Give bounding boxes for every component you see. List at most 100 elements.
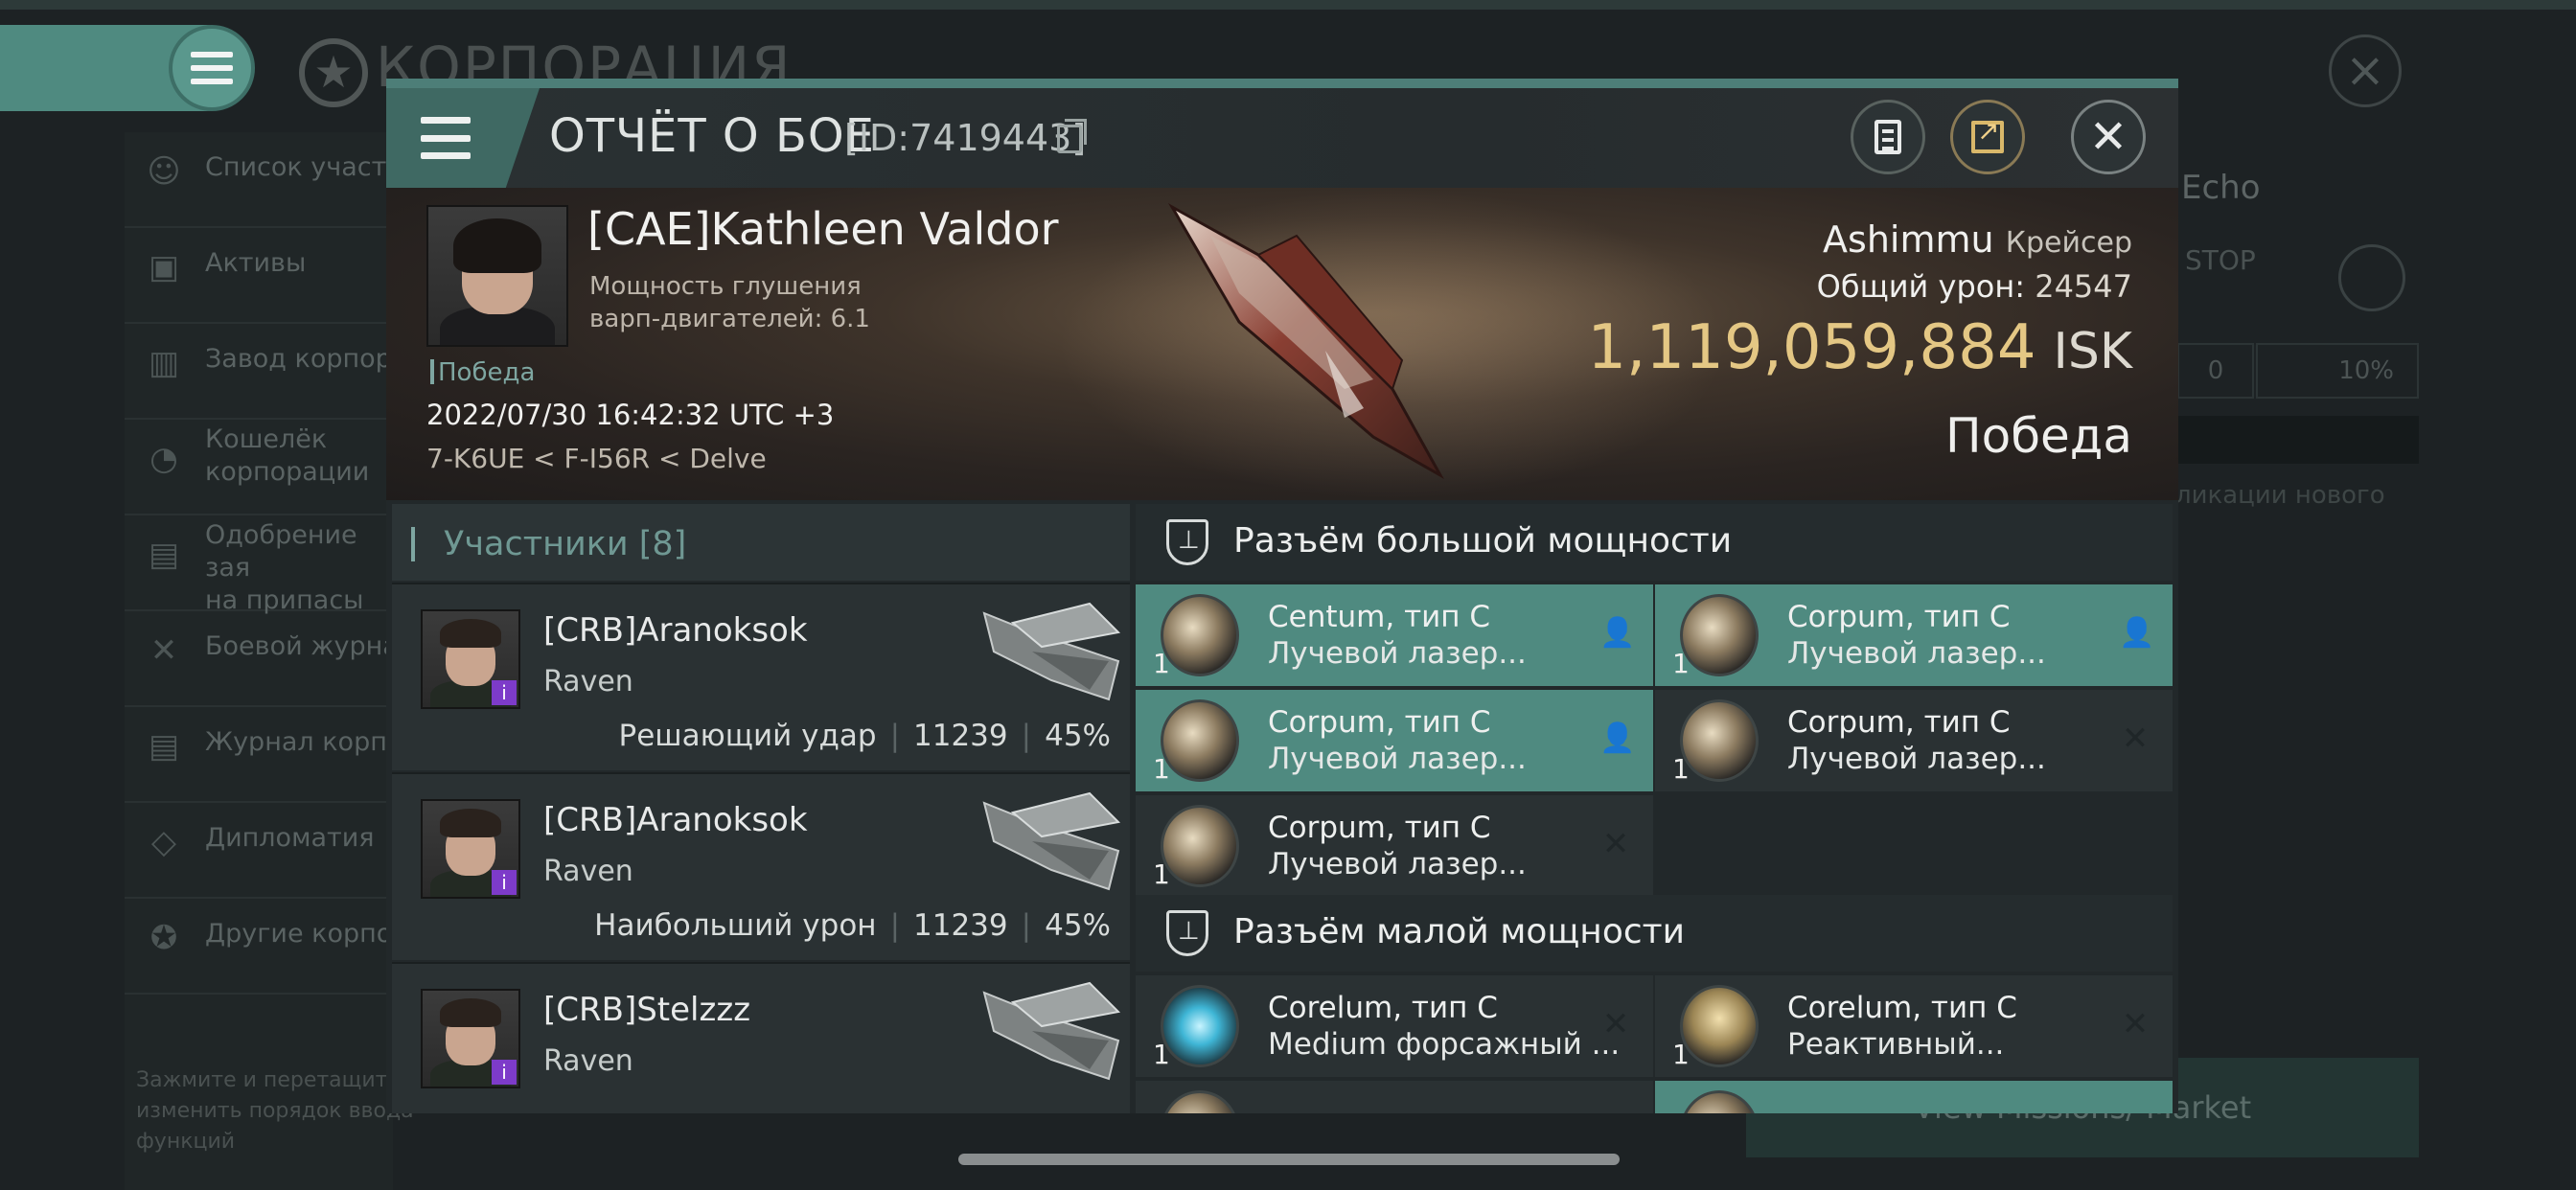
corporation-star-icon: ★: [299, 38, 368, 107]
module-quantity: 1: [1153, 648, 1170, 679]
module-name: Corpum, тип C: [1268, 705, 1491, 740]
module-name: Corpum, тип C: [1787, 600, 2011, 634]
sidebar-item-wallet[interactable]: ◔ Кошелёк корпорации: [125, 420, 402, 515]
combat-report-modal: ОТЧЁТ О БОЕ [ID:7419443] ✕ [CAE]Kathleen…: [386, 79, 2178, 1113]
copy-icon[interactable]: [1057, 119, 1087, 153]
close-icon: ✕: [2088, 110, 2128, 164]
share-button[interactable]: [1950, 100, 2025, 174]
module-description: Лучевой лазер...: [1787, 742, 2046, 776]
high-slot-header: Разъём большой мощности: [1136, 504, 2173, 581]
participant-avatar: i: [421, 989, 520, 1088]
members-icon: ☺: [147, 152, 181, 191]
destroyed-icon: ✕: [2121, 1005, 2150, 1043]
module-name: Corpum, тип C: [1787, 705, 2011, 740]
fitting-module-partial[interactable]: [1655, 1081, 2173, 1113]
low-slot-header: Разъём малой мощности: [1136, 895, 2173, 972]
fitting-module[interactable]: 1 Corpum, тип C Лучевой лазер... 👤: [1655, 584, 2173, 686]
sidebar-item-factory[interactable]: ▥ Завод корпора: [125, 324, 407, 420]
beam-laser-icon: [1680, 699, 1759, 782]
total-damage-label: Общий урон:: [1816, 268, 2026, 305]
module-description: Лучевой лазер...: [1268, 742, 1527, 776]
fitting-module[interactable]: 1 Corpum, тип C Лучевой лазер... ✕: [1655, 690, 2173, 791]
sidebar-item-assets[interactable]: ▣ Активы: [125, 228, 402, 324]
module-quantity: 1: [1672, 753, 1690, 785]
main-menu-button[interactable]: [169, 25, 255, 111]
participant-stats: Наибольший урон | 11239 | 45%: [594, 908, 1111, 943]
info-badge-icon: i: [492, 870, 517, 895]
info-badge-icon: i: [492, 680, 517, 705]
participant-name: [CRB]Aranoksok: [543, 611, 808, 650]
module-name: Centum, тип C: [1268, 600, 1491, 634]
participant-card[interactable]: i [CRB]Aranoksok Raven Наибольший урон | 1…: [392, 772, 1130, 960]
background-close-icon[interactable]: ×: [2329, 34, 2402, 107]
participant-percent: 45%: [1045, 719, 1111, 753]
hamburger-icon: [191, 52, 233, 84]
module-description: Лучевой лазер...: [1787, 636, 2046, 671]
victim-name[interactable]: [CAE]Kathleen Valdor: [587, 203, 1059, 255]
participants-accent: [411, 527, 415, 561]
beam-laser-icon: [1161, 805, 1239, 887]
report-log-button[interactable]: [1851, 100, 1925, 174]
fitting-module[interactable]: 1 Corpum, тип C Лучевой лазер... ✕: [1136, 795, 1653, 897]
module-icon: [1161, 1090, 1239, 1113]
high-slot-icon: [1166, 519, 1208, 565]
participants-header: Участники [8]: [392, 504, 1130, 581]
low-slot-title: Разъём малой мощности: [1233, 912, 1686, 951]
diplomacy-icon: ◇: [150, 823, 177, 861]
participant-card[interactable]: i [CRB]Aranoksok Raven Решающий удар | 112…: [392, 583, 1130, 770]
fitting-module[interactable]: 1 Corpum, тип C Лучевой лазер... 👤: [1136, 690, 1653, 791]
low-slot-icon: [1166, 910, 1208, 956]
other-corps-icon: ✪: [150, 919, 178, 957]
participant-percent: 45%: [1045, 908, 1111, 943]
module-icon: [1680, 1090, 1759, 1113]
battle-result: Победа: [1945, 408, 2132, 464]
module-description: Реактивный...: [1787, 1027, 2005, 1062]
sidebar-item-members[interactable]: ☺ Список участн: [125, 132, 404, 228]
module-name: Corelum, тип C: [1268, 991, 1498, 1025]
afterburner-icon: [1161, 985, 1239, 1067]
fitting-module[interactable]: 1 Corelum, тип C Medium форсажный ... ✕: [1136, 975, 1653, 1077]
victim-ship-image[interactable]: [1153, 197, 1498, 485]
module-name: Corelum, тип C: [1787, 991, 2017, 1025]
isk-amount: 1,119,059,884: [1587, 312, 2036, 383]
modal-accent-bar: [386, 79, 2178, 88]
background-external-icon[interactable]: [2338, 244, 2405, 311]
victim-ship-name[interactable]: Ashimmu Крейсер: [1823, 218, 2132, 261]
participants-title: Участники [8]: [444, 525, 687, 563]
hamburger-icon[interactable]: [421, 117, 471, 159]
fitting-module[interactable]: 1 Centum, тип C Лучевой лазер... 👤: [1136, 584, 1653, 686]
beam-laser-icon: [1161, 699, 1239, 782]
module-description: Лучевой лазер...: [1268, 847, 1527, 881]
sidebar-item-combat-log[interactable]: ✕ Боевой журнал: [125, 611, 415, 707]
assets-icon: ▣: [148, 248, 180, 286]
fitting-module[interactable]: 1 Corelum, тип C Реактивный... ✕: [1655, 975, 2173, 1077]
sidebar-item-journal[interactable]: ▤ Журнал корпор: [125, 707, 420, 803]
destroyed-icon: ✕: [1601, 825, 1630, 863]
participant-name: [CRB]Aranoksok: [543, 801, 808, 839]
sidebar-item-supply[interactable]: ▤ Одобрение зая на припасы: [125, 515, 402, 615]
isk-value: 1,119,059,884 ISK: [1587, 312, 2132, 383]
participant-role: Наибольший урон: [594, 908, 877, 943]
modal-title: ОТЧЁТ О БОЕ: [549, 109, 875, 163]
user-icon: 👤: [1599, 616, 1636, 650]
sidebar-item-other-corps[interactable]: ✪ Другие корпор: [125, 899, 408, 995]
close-button[interactable]: ✕: [2071, 100, 2146, 174]
sidebar-item-diplomacy[interactable]: ◇ Дипломатия: [125, 803, 402, 899]
user-icon: 👤: [1599, 721, 1636, 755]
participant-ship: Raven: [543, 855, 633, 888]
fitting-module-partial[interactable]: [1136, 1081, 1653, 1113]
clipboard-icon: [1874, 120, 1901, 154]
factory-icon: ▥: [148, 344, 180, 382]
victory-tag: Победа: [430, 358, 535, 387]
participant-stats: Решающий удар | 11239 | 45%: [618, 719, 1111, 753]
kill-location[interactable]: 7-K6UE < F-I56R < Delve: [426, 443, 767, 474]
wallet-icon: ◔: [150, 440, 178, 478]
module-name: Corpum, тип C: [1268, 811, 1491, 845]
sidebar-item-label: Кошелёк корпорации: [205, 424, 370, 487]
high-slot-title: Разъём большой мощности: [1233, 521, 1733, 561]
home-indicator[interactable]: [958, 1154, 1620, 1165]
participant-card[interactable]: i [CRB]Stelzzz Raven: [392, 962, 1130, 1113]
participant-damage: 11239: [913, 719, 1008, 753]
victim-avatar[interactable]: [426, 205, 568, 347]
sidebar-item-label: Список участн: [205, 152, 404, 182]
